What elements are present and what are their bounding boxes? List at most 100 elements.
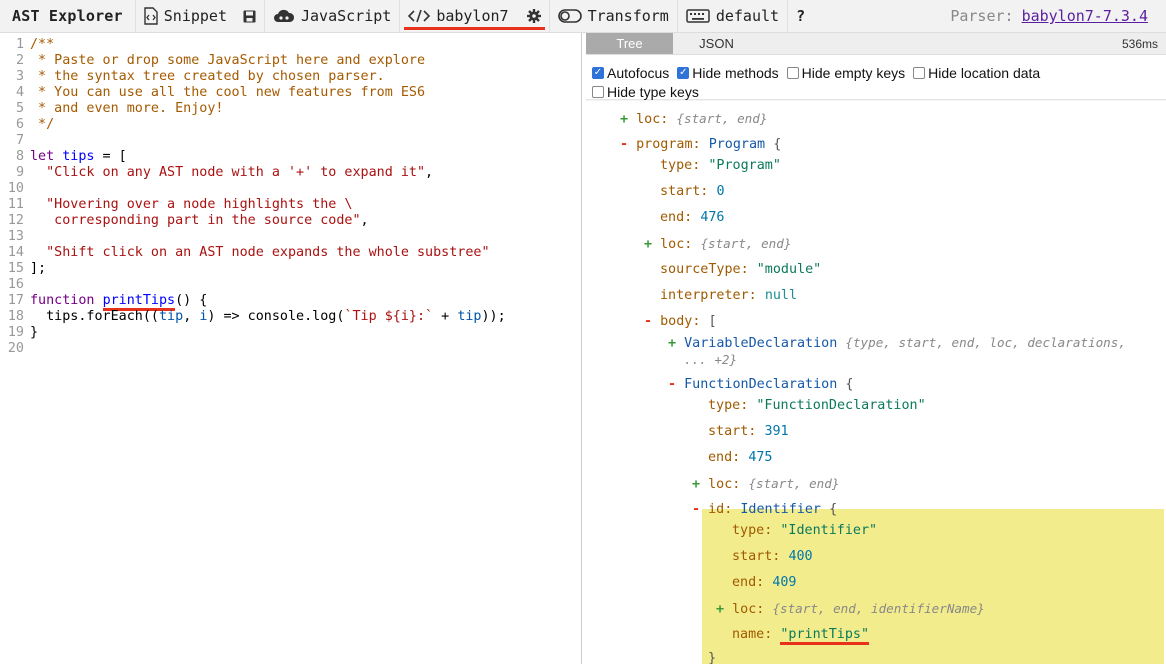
code-line[interactable]: 5 * and even more. Enjoy! bbox=[0, 101, 581, 117]
code-line[interactable]: 12 corresponding part in the source code… bbox=[0, 213, 581, 229]
code-token: /** bbox=[30, 37, 55, 52]
tree-node-variabledeclaration[interactable]: + VariableDeclaration {type, start, end,… bbox=[668, 335, 1126, 351]
checkbox-icon[interactable] bbox=[913, 66, 926, 79]
option-hide-empty-keys[interactable]: Hide empty keys bbox=[786, 65, 905, 81]
tree-close-brace: } bbox=[708, 651, 717, 664]
gear-icon[interactable] bbox=[526, 9, 541, 23]
code-line[interactable]: 1 /** bbox=[0, 37, 581, 53]
tree-prop-start[interactable]: start: 400 bbox=[732, 549, 813, 564]
line-content: } bbox=[30, 325, 581, 341]
keymap-select[interactable]: default bbox=[676, 0, 787, 33]
language-select[interactable]: JavaScript bbox=[264, 0, 399, 33]
help-button[interactable]: ? bbox=[787, 0, 813, 33]
tab-json[interactable]: JSON bbox=[673, 33, 760, 54]
option-hide-methods[interactable]: ✓ Hide methods bbox=[677, 65, 779, 81]
tree-prop-sourcetype[interactable]: sourceType: "module" bbox=[660, 262, 821, 277]
tree-prop-interpreter[interactable]: interpreter: null bbox=[660, 288, 797, 303]
parser-version-link[interactable]: babylon7-7.3.4 bbox=[1022, 7, 1148, 25]
checkbox-checked-icon[interactable]: ✓ bbox=[592, 66, 604, 79]
tree-node-identifier[interactable]: - id: Identifier { bbox=[692, 502, 837, 517]
transform-label: Transform bbox=[587, 7, 669, 25]
tab-tree[interactable]: Tree bbox=[586, 33, 673, 54]
line-content: ]; bbox=[30, 261, 581, 277]
tree-options: ✓ Autofocus ✓ Hide methods Hide empty keys… bbox=[586, 55, 1166, 100]
code-line[interactable]: 4 * You can use all the cool new feature… bbox=[0, 85, 581, 101]
code-line[interactable]: 3 * the syntax tree created by chosen pa… bbox=[0, 69, 581, 85]
code-token: let bbox=[30, 149, 55, 164]
tree-prop-end[interactable]: end: 476 bbox=[660, 210, 725, 225]
tree-prop-start[interactable]: start: 0 bbox=[660, 184, 725, 199]
transform-toggle[interactable]: Transform bbox=[548, 0, 677, 33]
line-content: * the syntax tree created by chosen pars… bbox=[30, 69, 581, 85]
code-line[interactable]: 11 "Hovering over a node highlights the … bbox=[0, 197, 581, 213]
code-line[interactable]: 6 */ bbox=[0, 117, 581, 133]
tree-prop-end[interactable]: end: 475 bbox=[708, 450, 773, 465]
code-line[interactable]: 2 * Paste or drop some JavaScript here a… bbox=[0, 53, 581, 69]
code-line[interactable]: 8 let tips = [ bbox=[0, 149, 581, 165]
line-content bbox=[30, 133, 581, 149]
checkbox-icon[interactable] bbox=[592, 85, 604, 98]
expand-icon[interactable]: + bbox=[692, 477, 700, 492]
line-content: "Shift click on an AST node expands the … bbox=[30, 245, 581, 261]
code-line[interactable]: 19} bbox=[0, 325, 581, 341]
code-line[interactable]: 18 tips.forEach((tip, i) => console.log(… bbox=[0, 309, 581, 325]
expand-icon[interactable]: + bbox=[620, 112, 628, 127]
tree-prop-type[interactable]: type: "Identifier" bbox=[732, 523, 877, 538]
collapse-icon[interactable]: - bbox=[692, 502, 700, 517]
tree-node-body[interactable]: - body: [ bbox=[644, 314, 717, 329]
code-line[interactable]: 14 "Shift click on an AST node expands t… bbox=[0, 245, 581, 261]
line-content bbox=[30, 229, 581, 245]
code-token: * the syntax tree created by chosen pars… bbox=[30, 69, 385, 84]
line-number: 6 bbox=[15, 117, 24, 132]
checkbox-checked-icon[interactable]: ✓ bbox=[677, 66, 690, 79]
code-line[interactable]: 7 bbox=[0, 133, 581, 149]
parser-select[interactable]: babylon7 bbox=[399, 0, 548, 33]
line-content bbox=[30, 341, 581, 357]
tree-node-program[interactable]: - program: Program { bbox=[620, 137, 781, 152]
code-editor[interactable]: 1/** 2 * Paste or drop some JavaScript he… bbox=[0, 33, 582, 664]
line-number: 3 bbox=[15, 69, 24, 84]
tree-prop-name[interactable]: name: "printTips" bbox=[732, 627, 870, 645]
tree-node-loc[interactable]: + loc: {start, end} bbox=[644, 236, 791, 252]
tree-prop-end[interactable]: end: 409 bbox=[732, 575, 797, 590]
line-content: * Paste or drop some JavaScript here and… bbox=[30, 53, 581, 69]
code-token: ) => console.log( bbox=[207, 309, 345, 324]
line-number: 15 bbox=[7, 261, 24, 276]
tree-prop-start[interactable]: start: 391 bbox=[708, 424, 789, 439]
tree-node-loc[interactable]: + loc: {start, end} bbox=[620, 111, 767, 127]
expand-icon[interactable]: + bbox=[644, 237, 652, 252]
collapse-icon[interactable]: - bbox=[644, 314, 652, 329]
code-line[interactable]: 17 function printTips() { bbox=[0, 293, 581, 311]
code-line[interactable]: 20 bbox=[0, 341, 581, 357]
tree-prop-type[interactable]: type: "FunctionDeclaration" bbox=[708, 398, 926, 413]
option-hide-location-data[interactable]: Hide location data bbox=[913, 65, 1040, 81]
code-token: tip bbox=[457, 309, 482, 324]
tree-node-loc[interactable]: + loc: {start, end, identifierName} bbox=[716, 601, 985, 617]
collapse-icon[interactable]: - bbox=[620, 137, 628, 152]
app-title: AST Explorer bbox=[12, 7, 123, 25]
code-icon bbox=[408, 9, 431, 23]
line-content: corresponding part in the source code", bbox=[30, 213, 581, 229]
code-token: ]; bbox=[30, 261, 47, 276]
option-autofocus[interactable]: ✓ Autofocus bbox=[592, 65, 669, 81]
line-content: "Hovering over a node highlights the \ bbox=[30, 197, 581, 213]
checkbox-icon[interactable] bbox=[786, 66, 799, 79]
tree-node-functiondeclaration[interactable]: - FunctionDeclaration { bbox=[668, 377, 853, 392]
code-line[interactable]: 13 bbox=[0, 229, 581, 245]
cloud-icon bbox=[273, 9, 295, 23]
line-number: 5 bbox=[15, 101, 24, 116]
code-token: "Click on any AST node with a '+' to exp… bbox=[30, 165, 426, 180]
expand-icon[interactable]: + bbox=[716, 602, 724, 617]
code-line[interactable]: 9 "Click on any AST node with a '+' to e… bbox=[0, 165, 581, 181]
code-line[interactable]: 10 bbox=[0, 181, 581, 197]
snippet-button[interactable]: Snippet bbox=[134, 0, 264, 33]
option-hide-type-keys[interactable]: Hide type keys bbox=[592, 84, 699, 100]
save-icon[interactable] bbox=[243, 10, 256, 23]
code-line[interactable]: 15]; bbox=[0, 261, 581, 277]
collapse-icon[interactable]: - bbox=[668, 377, 676, 392]
expand-icon[interactable]: + bbox=[668, 336, 676, 351]
code-line[interactable]: 16 bbox=[0, 277, 581, 293]
tree-prop-type[interactable]: type: "Program" bbox=[660, 158, 781, 173]
tree-node-loc[interactable]: + loc: {start, end} bbox=[692, 476, 839, 492]
code-token: , bbox=[183, 309, 200, 324]
